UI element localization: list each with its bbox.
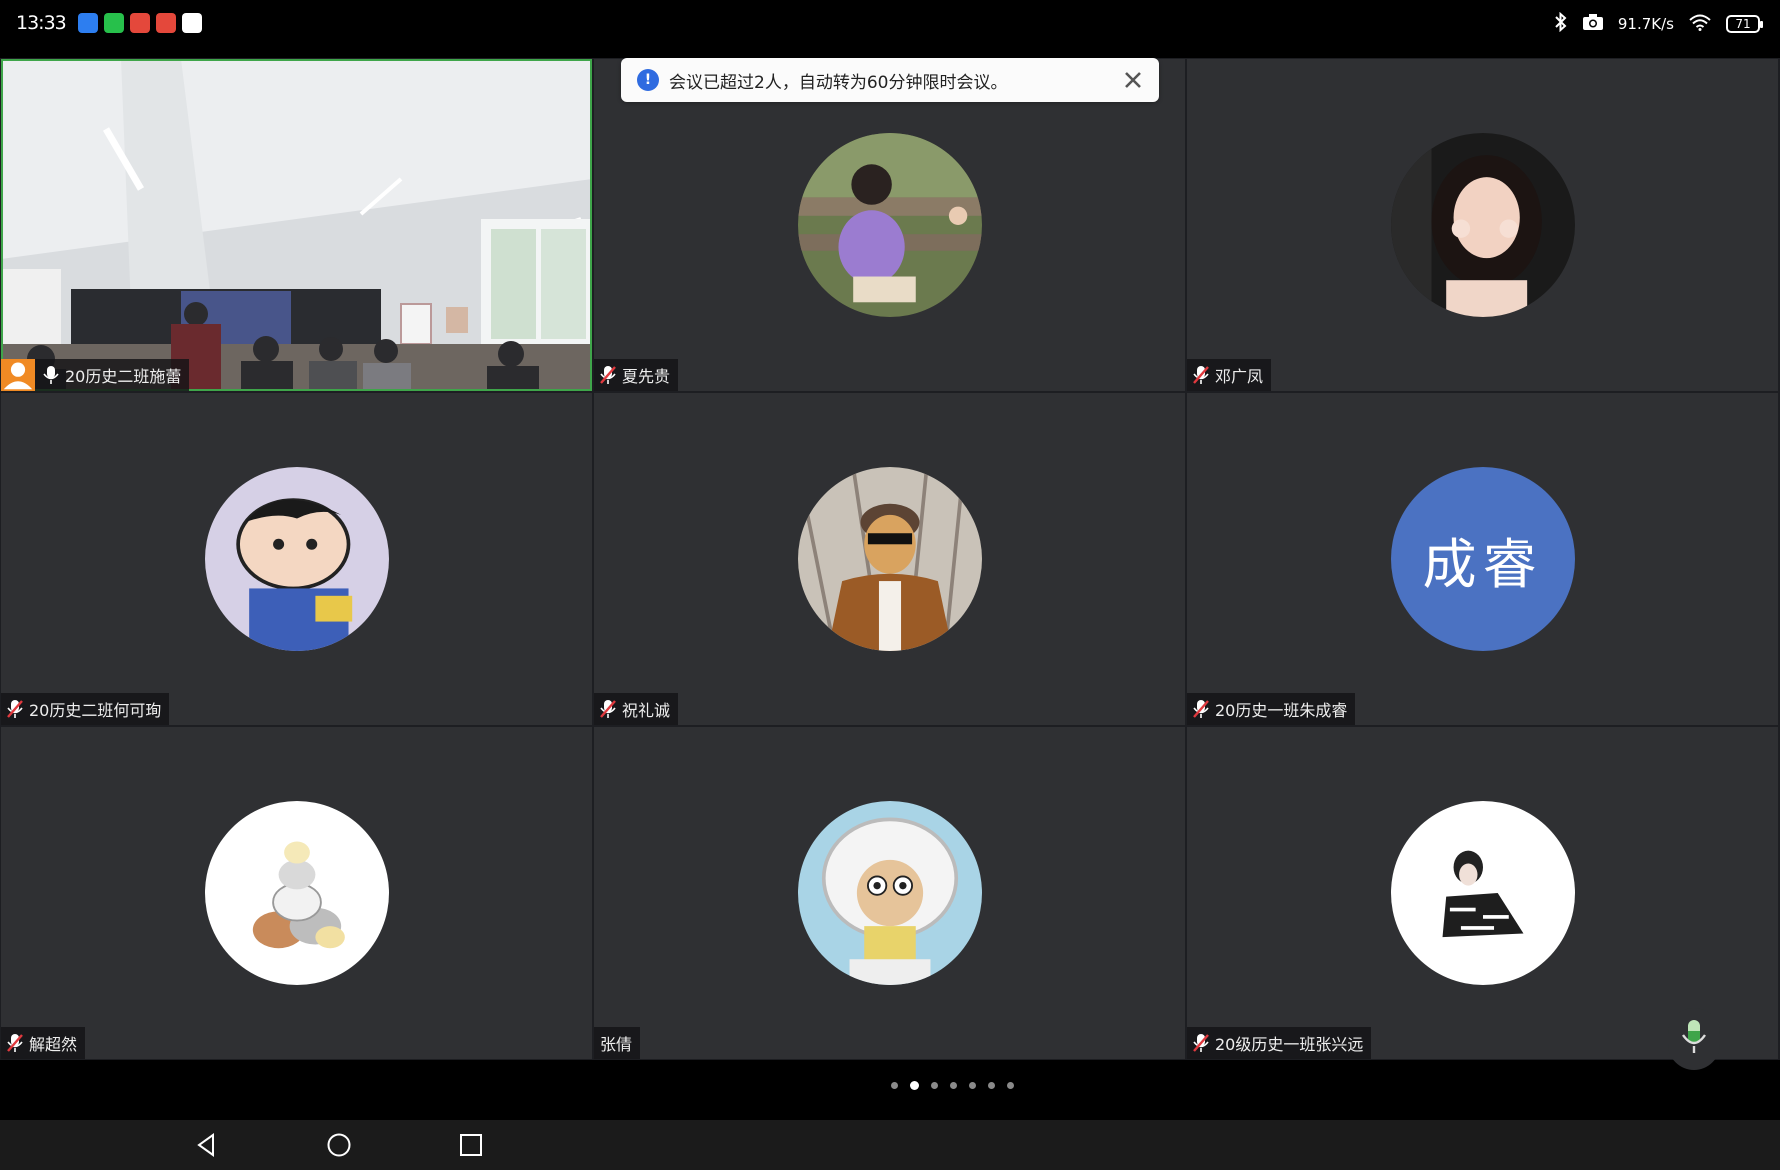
floating-microphone-button[interactable] bbox=[1668, 1008, 1720, 1070]
participant-nametag: 张倩 bbox=[594, 1027, 641, 1059]
status-bar-right: 91.7K/s 71 bbox=[1554, 11, 1763, 36]
participant-name: 20历史二班何可珣 bbox=[29, 701, 162, 720]
microphone-muted-icon bbox=[1193, 699, 1209, 719]
page-dot[interactable] bbox=[890, 1082, 898, 1089]
participant-avatar bbox=[204, 467, 389, 651]
toast-message: 会议已超过2人，自动转为60分钟限时会议。 bbox=[669, 72, 1008, 93]
microphone-muted-icon bbox=[1193, 1033, 1209, 1053]
participant-nametag: 20级历史一班张兴远 bbox=[1187, 1027, 1372, 1059]
participant-name: 邓广凤 bbox=[1215, 367, 1264, 386]
page-dot[interactable] bbox=[968, 1082, 976, 1089]
back-icon[interactable] bbox=[194, 1132, 220, 1158]
participant-tile-video[interactable]: 20历史二班施蕾 bbox=[1, 59, 592, 391]
participant-nametag: 20历史二班何可珣 bbox=[1, 693, 170, 725]
participant-grid: 20历史二班施蕾 夏先贵 邓广凤 20历史二班何可珣 祝礼诚 成睿 20历史一班… bbox=[0, 58, 1780, 1060]
participant-nametag: 20历史一班朱成睿 bbox=[1187, 693, 1356, 725]
camera-icon bbox=[1582, 13, 1604, 35]
qq-icon bbox=[181, 13, 202, 33]
status-bar-left: 13:33 bbox=[16, 12, 202, 34]
home-icon[interactable] bbox=[326, 1132, 352, 1158]
participant-name: 解超然 bbox=[29, 1035, 78, 1054]
participant-nametag: 祝礼诚 bbox=[594, 693, 679, 725]
clock: 13:33 bbox=[16, 12, 67, 34]
participant-tile[interactable]: 20历史二班何可珣 bbox=[1, 393, 592, 725]
wifi-icon bbox=[1688, 13, 1712, 35]
user-icon bbox=[1, 359, 35, 391]
recents-icon[interactable] bbox=[458, 1132, 484, 1158]
participant-avatar bbox=[204, 801, 389, 985]
wechat-icon bbox=[103, 13, 124, 33]
page-dot-active[interactable] bbox=[909, 1081, 919, 1090]
page-dot[interactable] bbox=[1006, 1082, 1014, 1089]
system-navigation-bar bbox=[0, 1120, 1780, 1170]
status-bar: 13:33 91.7K/s 71 bbox=[0, 0, 1780, 58]
microphone-muted-icon bbox=[7, 1033, 23, 1053]
page-indicator bbox=[0, 1081, 1780, 1090]
microphone-muted-icon bbox=[1193, 365, 1209, 385]
participant-avatar bbox=[797, 801, 982, 985]
info-icon: ! bbox=[637, 69, 659, 91]
participant-nametag: 夏先贵 bbox=[594, 359, 679, 391]
page-dot[interactable] bbox=[930, 1082, 938, 1089]
participant-avatar bbox=[1390, 133, 1575, 317]
participant-tile[interactable]: 成睿 20历史一班朱成睿 bbox=[1187, 393, 1778, 725]
participant-nametag: 20历史二班施蕾 bbox=[1, 359, 190, 391]
participant-name: 20历史一班朱成睿 bbox=[1215, 701, 1348, 720]
microphone-muted-icon bbox=[600, 699, 616, 719]
bluetooth-icon bbox=[1554, 11, 1568, 36]
battery-icon: 71 bbox=[1726, 15, 1763, 33]
conference-room-video bbox=[1, 59, 592, 391]
participant-name: 张倩 bbox=[600, 1035, 633, 1054]
participant-name: 20历史二班施蕾 bbox=[65, 367, 182, 386]
participant-nametag: 解超然 bbox=[1, 1027, 86, 1059]
page-dot[interactable] bbox=[949, 1082, 957, 1089]
network-speed: 91.7K/s bbox=[1617, 15, 1674, 33]
participant-name: 祝礼诚 bbox=[622, 701, 671, 720]
participant-tile[interactable]: 张倩 bbox=[594, 727, 1185, 1059]
participant-name: 夏先贵 bbox=[622, 367, 671, 386]
text-avatar: 成睿 bbox=[1390, 467, 1575, 651]
red-app-icon-2 bbox=[155, 13, 176, 33]
cloud-app-icon bbox=[77, 13, 98, 33]
meeting-time-limit-toast: ! 会议已超过2人，自动转为60分钟限时会议。 bbox=[621, 58, 1159, 102]
participant-avatar bbox=[797, 133, 982, 317]
participant-tile[interactable]: 邓广凤 bbox=[1187, 59, 1778, 391]
participant-avatar bbox=[797, 467, 982, 651]
participant-tile[interactable]: 夏先贵 bbox=[594, 59, 1185, 391]
page-dot[interactable] bbox=[987, 1082, 995, 1089]
battery-level: 71 bbox=[1735, 17, 1751, 31]
microphone-on-icon bbox=[43, 365, 59, 385]
microphone-muted-icon bbox=[7, 699, 23, 719]
participant-tile[interactable]: 解超然 bbox=[1, 727, 592, 1059]
close-icon[interactable] bbox=[1121, 68, 1145, 92]
participant-avatar bbox=[1390, 801, 1575, 985]
microphone-icon bbox=[1681, 1019, 1707, 1059]
participant-tile[interactable]: 祝礼诚 bbox=[594, 393, 1185, 725]
red-app-icon bbox=[129, 13, 150, 33]
participant-nametag: 邓广凤 bbox=[1187, 359, 1272, 391]
microphone-muted-icon bbox=[600, 365, 616, 385]
participant-name: 20级历史一班张兴远 bbox=[1215, 1035, 1364, 1054]
